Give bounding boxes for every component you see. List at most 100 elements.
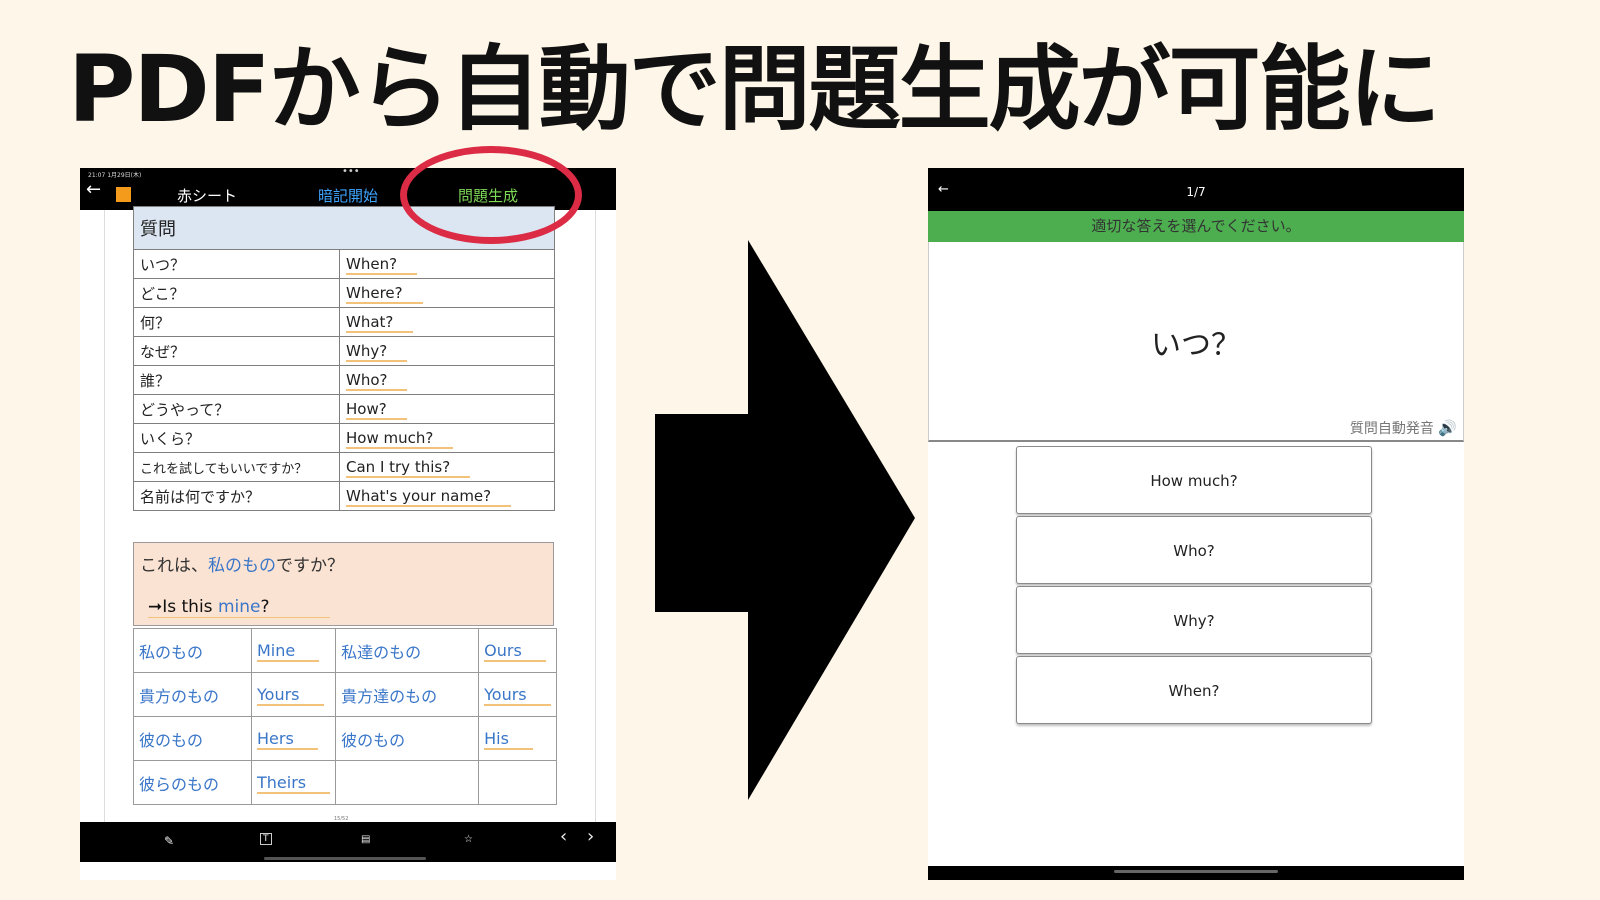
- answer-option[interactable]: When?: [1016, 656, 1372, 724]
- right-arrow-icon: [655, 240, 915, 800]
- en-cell: How much?: [339, 423, 555, 453]
- headline: PDFから自動で問題生成が可能に: [68, 36, 1441, 143]
- question-text: いつ？: [1151, 328, 1241, 363]
- jp-cell: なぜ？: [133, 336, 340, 366]
- star-icon[interactable]: ☆: [464, 834, 473, 845]
- table-row: いつ？ When?: [133, 249, 555, 279]
- jp-cell: 何？: [133, 307, 340, 337]
- auto-speak-toggle[interactable]: 質問自動発音 🔊: [1350, 418, 1457, 438]
- en-cell: His: [478, 716, 557, 761]
- quiz-header: ← 1/7: [928, 168, 1464, 211]
- example-answer-prefix: ➞Is this: [148, 597, 218, 617]
- text-box-icon[interactable]: T: [260, 833, 272, 845]
- jp-cell: いくら？: [133, 423, 340, 453]
- speaker-icon: 🔊: [1438, 419, 1457, 437]
- chevron-left-icon[interactable]: ‹: [560, 826, 567, 847]
- jp-cell: 彼らのもの: [133, 760, 252, 805]
- en-cell: When?: [339, 249, 555, 279]
- chevron-right-icon[interactable]: ›: [587, 826, 594, 847]
- status-time: 21:07 1月29日(木): [88, 172, 142, 179]
- table-row: 彼らのもの Theirs: [133, 760, 557, 805]
- jp-cell: 彼のもの: [133, 716, 252, 761]
- answer-option[interactable]: Who?: [1016, 516, 1372, 584]
- jp-cell: 彼のもの: [335, 716, 480, 761]
- example-box: これは、私のものですか？ ➞Is this mine?: [133, 542, 554, 626]
- en-text: Who?: [346, 371, 408, 391]
- en-text: Why?: [346, 342, 408, 362]
- jp-cell: [335, 760, 480, 805]
- en-cell: Ours: [478, 628, 557, 673]
- example-question-suffix: ですか？: [276, 556, 344, 576]
- en-cell: Yours: [250, 672, 337, 717]
- red-sheet-button[interactable]: 赤シート: [177, 185, 237, 206]
- en-text: How much?: [346, 429, 454, 449]
- jp-cell: 私のもの: [133, 628, 252, 673]
- en-cell: Yours: [478, 672, 557, 717]
- answer-option[interactable]: Why?: [1016, 586, 1372, 654]
- bottom-bar: [928, 866, 1464, 880]
- status-dots: •••: [342, 168, 360, 177]
- table-row: 誰？ Who?: [133, 365, 555, 395]
- en-text: What's your name?: [346, 487, 512, 507]
- en-text: Yours: [257, 685, 324, 706]
- table-row: どこ？ Where?: [133, 278, 555, 308]
- table-row: 貴方のもの Yours 貴方達のもの Yours: [133, 672, 557, 717]
- memorize-start-button[interactable]: 暗記開始: [318, 185, 378, 206]
- en-cell: [478, 760, 557, 805]
- question-area: いつ？ 質問自動発音 🔊: [928, 242, 1464, 442]
- en-cell: Theirs: [250, 760, 337, 805]
- pdf-bottom-bar: ✎ T ▤ ☆ ‹ ›: [80, 822, 616, 862]
- question-counter: 1/7: [1186, 185, 1206, 199]
- back-arrow-icon[interactable]: ←: [86, 181, 101, 199]
- en-text: How?: [346, 400, 407, 420]
- table-row: どうやって？ How?: [133, 394, 555, 424]
- en-cell: What's your name?: [339, 481, 555, 511]
- en-cell: Who?: [339, 365, 555, 395]
- auto-speak-label: 質問自動発音: [1349, 421, 1434, 437]
- jp-cell: 貴方のもの: [133, 672, 252, 717]
- table-row: 彼のもの Hers 彼のもの His: [133, 716, 557, 761]
- home-indicator: [1114, 870, 1278, 873]
- en-cell: Hers: [250, 716, 337, 761]
- en-text: Theirs: [257, 773, 331, 794]
- jp-cell: 貴方達のもの: [335, 672, 480, 717]
- jp-cell: 私達のもの: [335, 628, 480, 673]
- question-table: 質問 いつ？ When? どこ？ Where? 何？ What? なぜ？ Why? 誰？…: [133, 206, 555, 511]
- en-cell: Where?: [339, 278, 555, 308]
- jp-cell: 誰？: [133, 365, 340, 395]
- example-question: これは、私のものですか？: [140, 551, 344, 576]
- jp-cell: 名前は何ですか？: [133, 481, 340, 511]
- en-text: What?: [346, 313, 414, 333]
- en-text: Hers: [257, 729, 318, 750]
- en-text: When?: [346, 255, 418, 275]
- highlight-ring: [400, 146, 582, 244]
- example-answer-highlight: mine: [217, 597, 261, 617]
- example-answer-suffix: ?: [260, 597, 270, 617]
- answer-option[interactable]: How much?: [1016, 446, 1372, 514]
- en-text: Ours: [484, 641, 546, 662]
- en-text: Yours: [484, 685, 551, 706]
- instruction-bar: 適切な答えを選んでください。: [928, 211, 1464, 242]
- jp-cell: どこ？: [133, 278, 340, 308]
- jp-cell: どうやって？: [133, 394, 340, 424]
- en-cell: What?: [339, 307, 555, 337]
- en-cell: Can I try this?: [339, 452, 555, 482]
- page-list-icon[interactable]: ▤: [361, 834, 370, 845]
- table-row: 名前は何ですか？ What's your name?: [133, 481, 555, 511]
- table-row: 何？ What?: [133, 307, 555, 337]
- en-text: Can I try this?: [346, 458, 471, 478]
- pronoun-table: 私のもの Mine 私達のもの Ours 貴方のもの Yours 貴方達のもの …: [133, 628, 557, 805]
- en-text: Mine: [257, 641, 320, 662]
- en-cell: Why?: [339, 336, 555, 366]
- example-question-prefix: これは、: [140, 556, 208, 576]
- quiz-screen: ← 1/7 適切な答えを選んでください。 いつ？ 質問自動発音 🔊 How mu…: [928, 168, 1464, 880]
- table-row: なぜ？ Why?: [133, 336, 555, 366]
- example-answer: ➞Is this mine?: [148, 597, 330, 618]
- table-row: 私のもの Mine 私達のもの Ours: [133, 628, 557, 673]
- en-cell: How?: [339, 394, 555, 424]
- en-text: Where?: [346, 284, 423, 304]
- color-square-icon[interactable]: [116, 187, 131, 202]
- example-question-highlight: 私のもの: [208, 556, 276, 576]
- pen-icon[interactable]: ✎: [164, 834, 174, 848]
- en-text: His: [484, 729, 533, 750]
